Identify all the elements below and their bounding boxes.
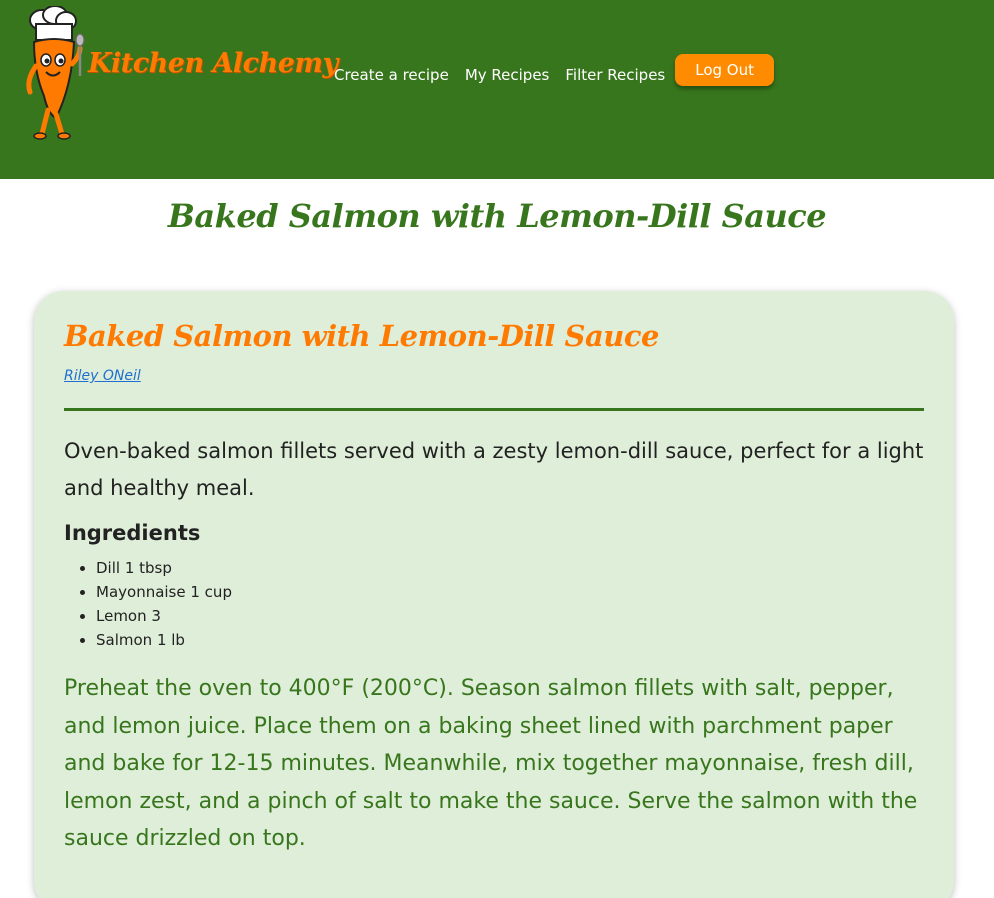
- recipe-description: Oven-baked salmon fillets served with a …: [64, 439, 924, 500]
- recipe-card: Baked Salmon with Lemon-Dill Sauce Riley…: [34, 291, 954, 898]
- ingredient-item: Mayonnaise 1 cup: [96, 580, 232, 604]
- author-link[interactable]: Riley ONeil: [64, 368, 141, 384]
- main-nav: Create a recipe My Recipes Filter Recipe…: [334, 53, 774, 93]
- ingredient-item: Lemon 3: [96, 604, 232, 628]
- page-title: Baked Salmon with Lemon-Dill Sauce: [167, 197, 827, 235]
- divider: [64, 408, 924, 411]
- ingredient-item: Salmon 1 lb: [96, 628, 232, 652]
- ingredients-list: Dill 1 tbsp Mayonnaise 1 cup Lemon 3 Sal…: [96, 556, 232, 652]
- recipe-instructions: Preheat the oven to 400°F (200°C). Seaso…: [64, 676, 918, 851]
- site-header: Kitchen Alchemy Create a recipe My Recip…: [0, 0, 994, 179]
- logout-button[interactable]: Log Out: [675, 54, 774, 86]
- nav-create-recipe[interactable]: Create a recipe: [334, 66, 449, 84]
- ingredients-heading: Ingredients: [64, 521, 201, 545]
- chef-carrot-mascot-icon: [26, 6, 85, 140]
- ingredient-item: Dill 1 tbsp: [96, 556, 232, 580]
- brand-logo[interactable]: Kitchen Alchemy: [22, 6, 338, 140]
- recipe-title: Baked Salmon with Lemon-Dill Sauce: [64, 319, 659, 353]
- nav-filter-recipes[interactable]: Filter Recipes: [565, 66, 665, 84]
- nav-my-recipes[interactable]: My Recipes: [465, 66, 550, 84]
- brand-name: Kitchen Alchemy: [88, 48, 338, 79]
